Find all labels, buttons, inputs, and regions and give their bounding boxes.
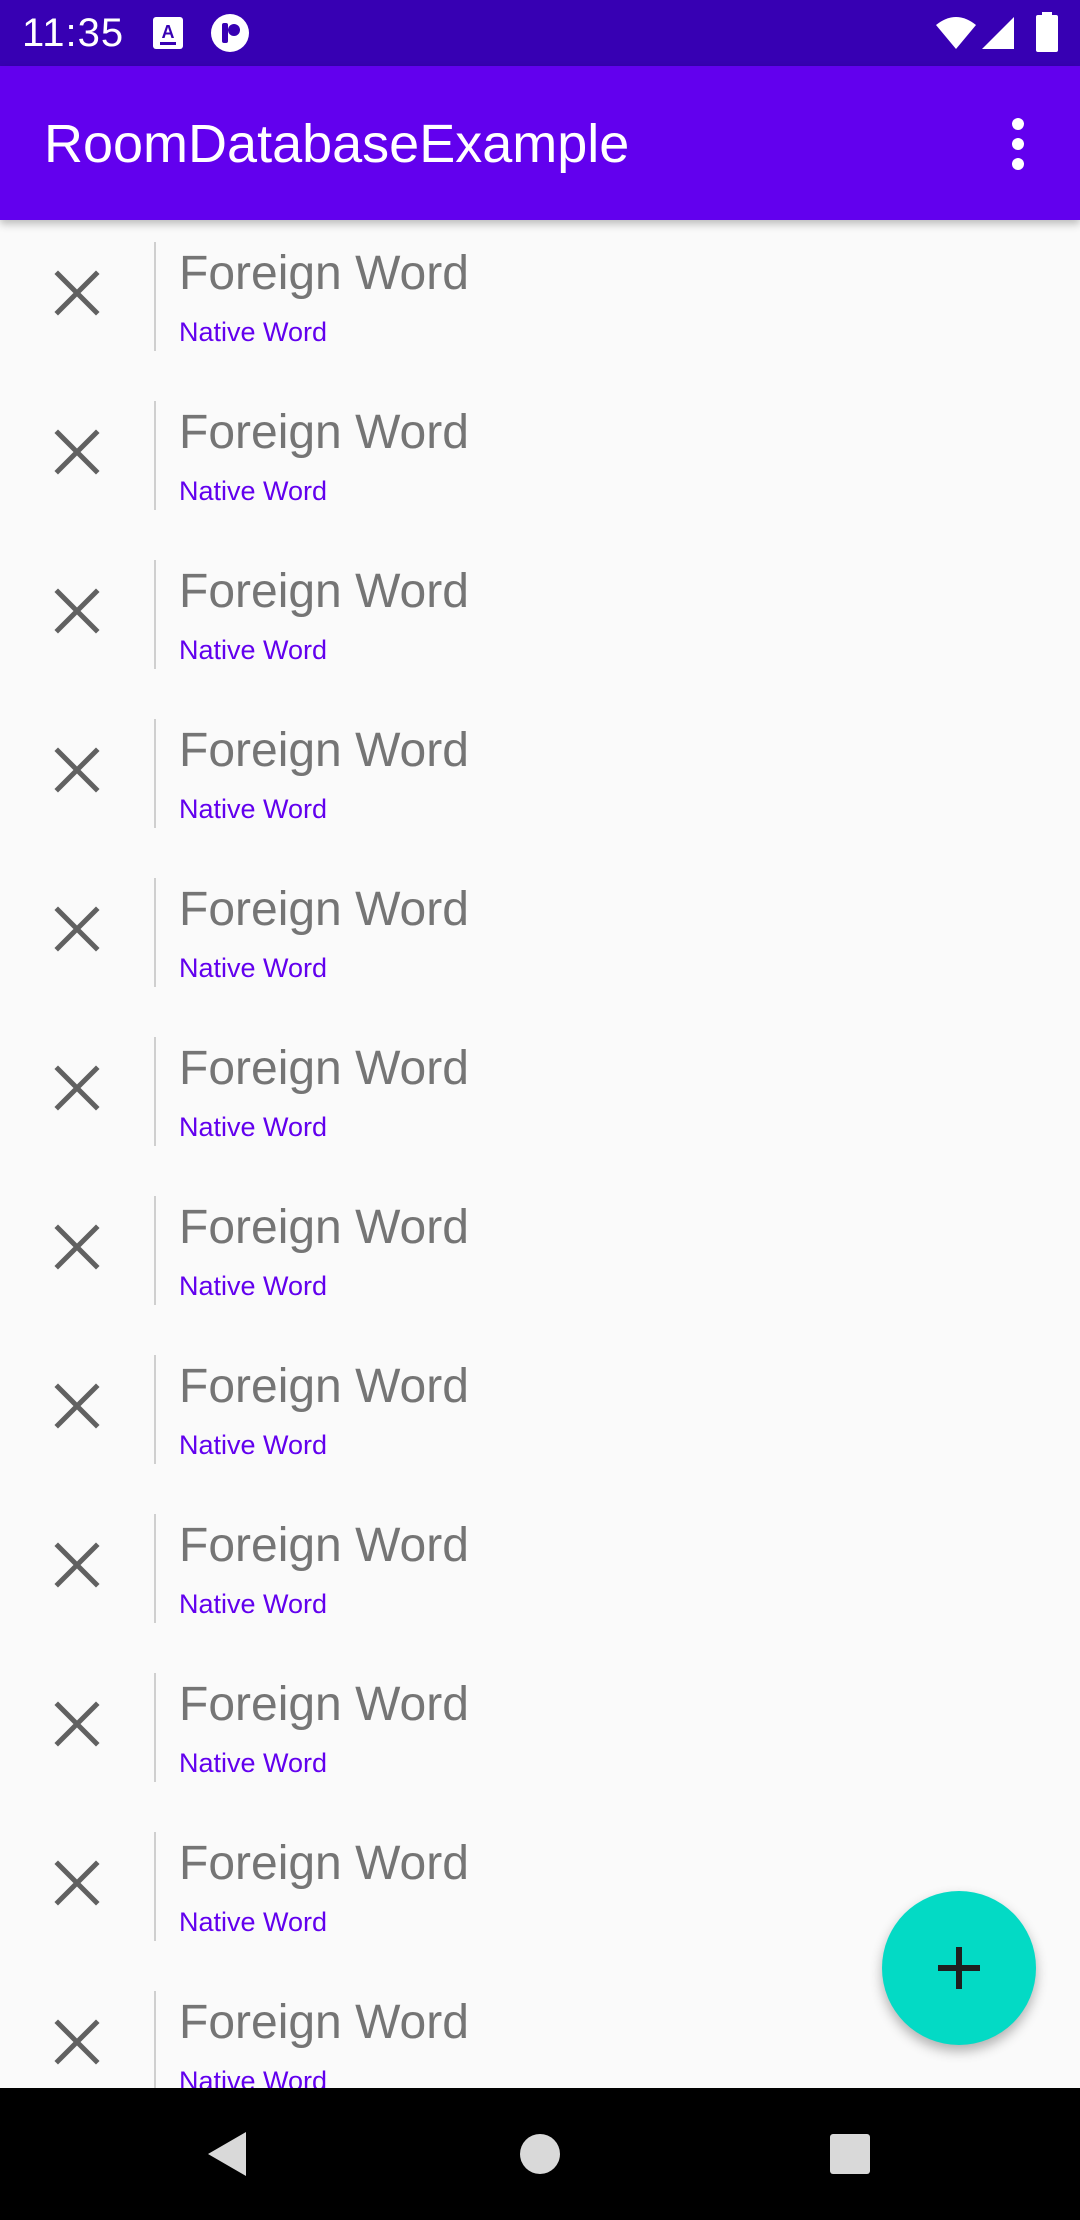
native-word-text: Native Word <box>179 2066 328 2088</box>
delete-word-button[interactable] <box>40 1528 114 1602</box>
delete-word-button[interactable] <box>40 256 114 330</box>
list-item[interactable]: Foreign Word Native Word <box>0 1333 1080 1492</box>
list-item[interactable]: Foreign Word Native Word <box>0 1492 1080 1651</box>
home-button[interactable] <box>510 2124 570 2184</box>
list-item[interactable]: Foreign Word Native Word <box>0 1651 1080 1810</box>
recents-icon <box>830 2134 870 2174</box>
close-icon <box>54 588 100 634</box>
more-vert-icon <box>1012 118 1024 170</box>
delete-word-button[interactable] <box>40 1210 114 1284</box>
native-word-text: Native Word <box>179 794 328 824</box>
list-item[interactable]: Foreign Word Native Word <box>0 1174 1080 1333</box>
close-icon <box>54 1224 100 1270</box>
native-word-text: Native Word <box>179 1589 328 1619</box>
delete-word-button[interactable] <box>40 1051 114 1125</box>
row-divider <box>154 1037 156 1146</box>
row-divider <box>154 1514 156 1623</box>
native-word-text: Native Word <box>179 1907 328 1937</box>
native-word-text: Native Word <box>179 476 328 506</box>
list-item[interactable]: Foreign Word Native Word <box>0 697 1080 856</box>
native-word-text: Native Word <box>179 317 328 347</box>
add-word-button[interactable] <box>882 1891 1036 2045</box>
app-notification-icon <box>210 13 250 58</box>
foreign-word-text: Foreign Word <box>179 1678 469 1731</box>
close-icon <box>54 747 100 793</box>
overflow-menu-button[interactable] <box>990 114 1046 174</box>
battery-icon <box>1036 12 1058 57</box>
delete-word-button[interactable] <box>40 1846 114 1920</box>
close-icon <box>54 270 100 316</box>
foreign-word-text: Foreign Word <box>179 565 469 618</box>
delete-word-button[interactable] <box>40 1687 114 1761</box>
delete-word-button[interactable] <box>40 1369 114 1443</box>
delete-word-button[interactable] <box>40 415 114 489</box>
list-item[interactable]: Foreign Word Native Word <box>0 1015 1080 1174</box>
back-icon <box>208 2132 246 2176</box>
status-time: 11:35 <box>22 11 125 55</box>
keyboard-a-icon: A <box>152 16 184 55</box>
foreign-word-text: Foreign Word <box>179 724 469 777</box>
native-word-text: Native Word <box>179 1430 328 1460</box>
list-item[interactable]: Foreign Word Native Word <box>0 538 1080 697</box>
close-icon <box>54 1542 100 1588</box>
app-title: RoomDatabaseExample <box>44 114 630 174</box>
list-item[interactable]: Foreign Word Native Word <box>0 220 1080 379</box>
home-icon <box>520 2134 560 2174</box>
row-divider <box>154 878 156 987</box>
close-icon <box>54 429 100 475</box>
row-divider <box>154 242 156 351</box>
recents-button[interactable] <box>820 2124 880 2184</box>
status-bar: 11:35 A <box>0 0 1080 66</box>
foreign-word-text: Foreign Word <box>179 883 469 936</box>
delete-word-button[interactable] <box>40 733 114 807</box>
close-icon <box>54 1383 100 1429</box>
foreign-word-text: Foreign Word <box>179 1996 469 2049</box>
close-icon <box>54 1701 100 1747</box>
svg-text:A: A <box>162 22 175 42</box>
delete-word-button[interactable] <box>40 892 114 966</box>
system-nav-bar <box>0 2088 1080 2220</box>
wifi-icon <box>934 15 978 56</box>
row-divider <box>154 1832 156 1941</box>
native-word-text: Native Word <box>179 953 328 983</box>
native-word-text: Native Word <box>179 1112 328 1142</box>
row-divider <box>154 1355 156 1464</box>
foreign-word-text: Foreign Word <box>179 1360 469 1413</box>
foreign-word-text: Foreign Word <box>179 247 469 300</box>
foreign-word-text: Foreign Word <box>179 1042 469 1095</box>
close-icon <box>54 1860 100 1906</box>
close-icon <box>54 906 100 952</box>
back-button[interactable] <box>196 2124 256 2184</box>
row-divider <box>154 1991 156 2088</box>
close-icon <box>54 2019 100 2065</box>
foreign-word-text: Foreign Word <box>179 1837 469 1890</box>
native-word-text: Native Word <box>179 635 328 665</box>
row-divider <box>154 560 156 669</box>
list-item[interactable]: Foreign Word Native Word <box>0 379 1080 538</box>
foreign-word-text: Foreign Word <box>179 1201 469 1254</box>
row-divider <box>154 719 156 828</box>
row-divider <box>154 401 156 510</box>
row-divider <box>154 1673 156 1782</box>
delete-word-button[interactable] <box>40 2005 114 2079</box>
foreign-word-text: Foreign Word <box>179 406 469 459</box>
delete-word-button[interactable] <box>40 574 114 648</box>
close-icon <box>54 1065 100 1111</box>
word-list[interactable]: Foreign Word Native Word Foreign Word Nativ… <box>0 220 1080 2088</box>
signal-icon <box>980 15 1016 56</box>
list-item[interactable]: Foreign Word Native Word <box>0 856 1080 1015</box>
add-icon <box>938 1947 980 1989</box>
app-bar: RoomDatabaseExample <box>0 66 1080 220</box>
row-divider <box>154 1196 156 1305</box>
native-word-text: Native Word <box>179 1748 328 1778</box>
foreign-word-text: Foreign Word <box>179 1519 469 1572</box>
native-word-text: Native Word <box>179 1271 328 1301</box>
